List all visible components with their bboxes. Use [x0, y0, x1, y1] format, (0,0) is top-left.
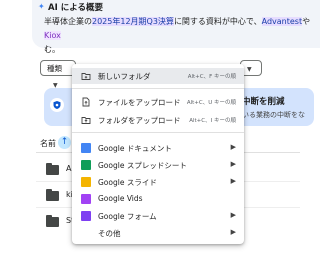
menu-item-label: Google スライド	[98, 178, 157, 187]
menu-item-google-vids[interactable]: Google Vids	[72, 191, 244, 207]
chevron-right-icon: ▶	[230, 143, 236, 151]
chevron-right-icon: ▶	[230, 228, 236, 236]
type-filter-label: 種類	[47, 64, 62, 73]
folder-icon	[46, 215, 59, 227]
menu-item-google-docs[interactable]: Google ドキュメント ▶	[72, 140, 244, 156]
menu-item-more[interactable]: その他 ▶	[72, 225, 244, 241]
google-slides-icon	[81, 177, 91, 187]
menu-item-label: Google Vids	[98, 194, 143, 203]
chevron-down-icon: ▼	[247, 66, 252, 73]
menu-item-folder-upload[interactable]: フォルダをアップロード Alt+C、I キーの順	[72, 112, 244, 128]
ai-text-part: 半導体企業の	[44, 17, 92, 26]
type-filter-chip[interactable]: 種類▼	[40, 60, 76, 89]
new-item-menu: 新しいフォルダ Alt+C、F キーの順 ファイルをアップロード Alt+C、U…	[72, 64, 244, 244]
menu-divider	[72, 88, 244, 89]
file-upload-icon	[82, 97, 90, 107]
file-row-name[interactable]: A	[66, 164, 71, 173]
ai-spark-icon: ✦	[38, 2, 45, 11]
menu-item-file-upload[interactable]: ファイルをアップロード Alt+C、U キーの順	[72, 94, 244, 110]
ai-text-part: む。	[44, 45, 60, 54]
google-vids-icon	[81, 194, 91, 204]
chevron-right-icon: ▶	[230, 160, 236, 168]
menu-item-label: その他	[98, 229, 121, 238]
menu-item-new-folder[interactable]: 新しいフォルダ Alt+C、F キーの順	[72, 68, 244, 84]
promo-title: 中断を削減	[242, 97, 285, 107]
menu-item-shortcut: Alt+C、F キーの順	[187, 74, 236, 80]
folder-icon	[46, 163, 59, 175]
chevron-right-icon: ▶	[230, 211, 236, 219]
ai-text-part: や	[302, 17, 311, 26]
google-forms-icon	[81, 211, 91, 221]
menu-item-label: Google スプレッドシート	[98, 161, 187, 170]
new-folder-icon	[81, 73, 91, 80]
google-docs-icon	[81, 143, 91, 153]
menu-item-shortcut: Alt+C、U キーの順	[186, 100, 236, 106]
menu-item-google-forms[interactable]: Google フォーム ▶	[72, 208, 244, 224]
folder-icon	[46, 189, 59, 201]
menu-item-label: フォルダをアップロード	[98, 116, 181, 125]
folder-upload-icon	[81, 117, 91, 124]
chevron-right-icon: ▶	[230, 177, 236, 185]
menu-item-label: Google ドキュメント	[98, 144, 172, 153]
ai-text-part: に関する資料が中心で、	[173, 17, 262, 26]
menu-item-shortcut: Alt+C、I キーの順	[189, 118, 236, 124]
menu-item-google-sheets[interactable]: Google スプレッドシート ▶	[72, 157, 244, 173]
menu-item-label: 新しいフォルダ	[98, 72, 151, 81]
ai-overview-title: AI による概要	[48, 3, 103, 13]
ai-text-brand-link[interactable]: Kiox	[44, 31, 61, 40]
promo-subtitle: いる業務の中断をな	[242, 111, 305, 119]
shield-icon	[50, 98, 64, 112]
ai-overview-text: 半導体企業の2025年12月期Q3決算に関する資料が中心で、Advantestや…	[44, 15, 314, 57]
menu-item-google-slides[interactable]: Google スライド ▶	[72, 174, 244, 190]
name-column-header[interactable]: 名前	[40, 138, 56, 149]
menu-item-label: Google フォーム	[98, 212, 157, 221]
menu-item-label: ファイルをアップロード	[98, 98, 181, 107]
ai-text-brand-link[interactable]: Advantest	[261, 17, 303, 26]
sort-arrow-up-icon[interactable]: ↑	[58, 136, 71, 149]
menu-divider	[72, 132, 244, 133]
ai-text-highlight[interactable]: 2025年12月期Q3決算	[92, 17, 174, 26]
google-sheets-icon	[81, 160, 91, 170]
